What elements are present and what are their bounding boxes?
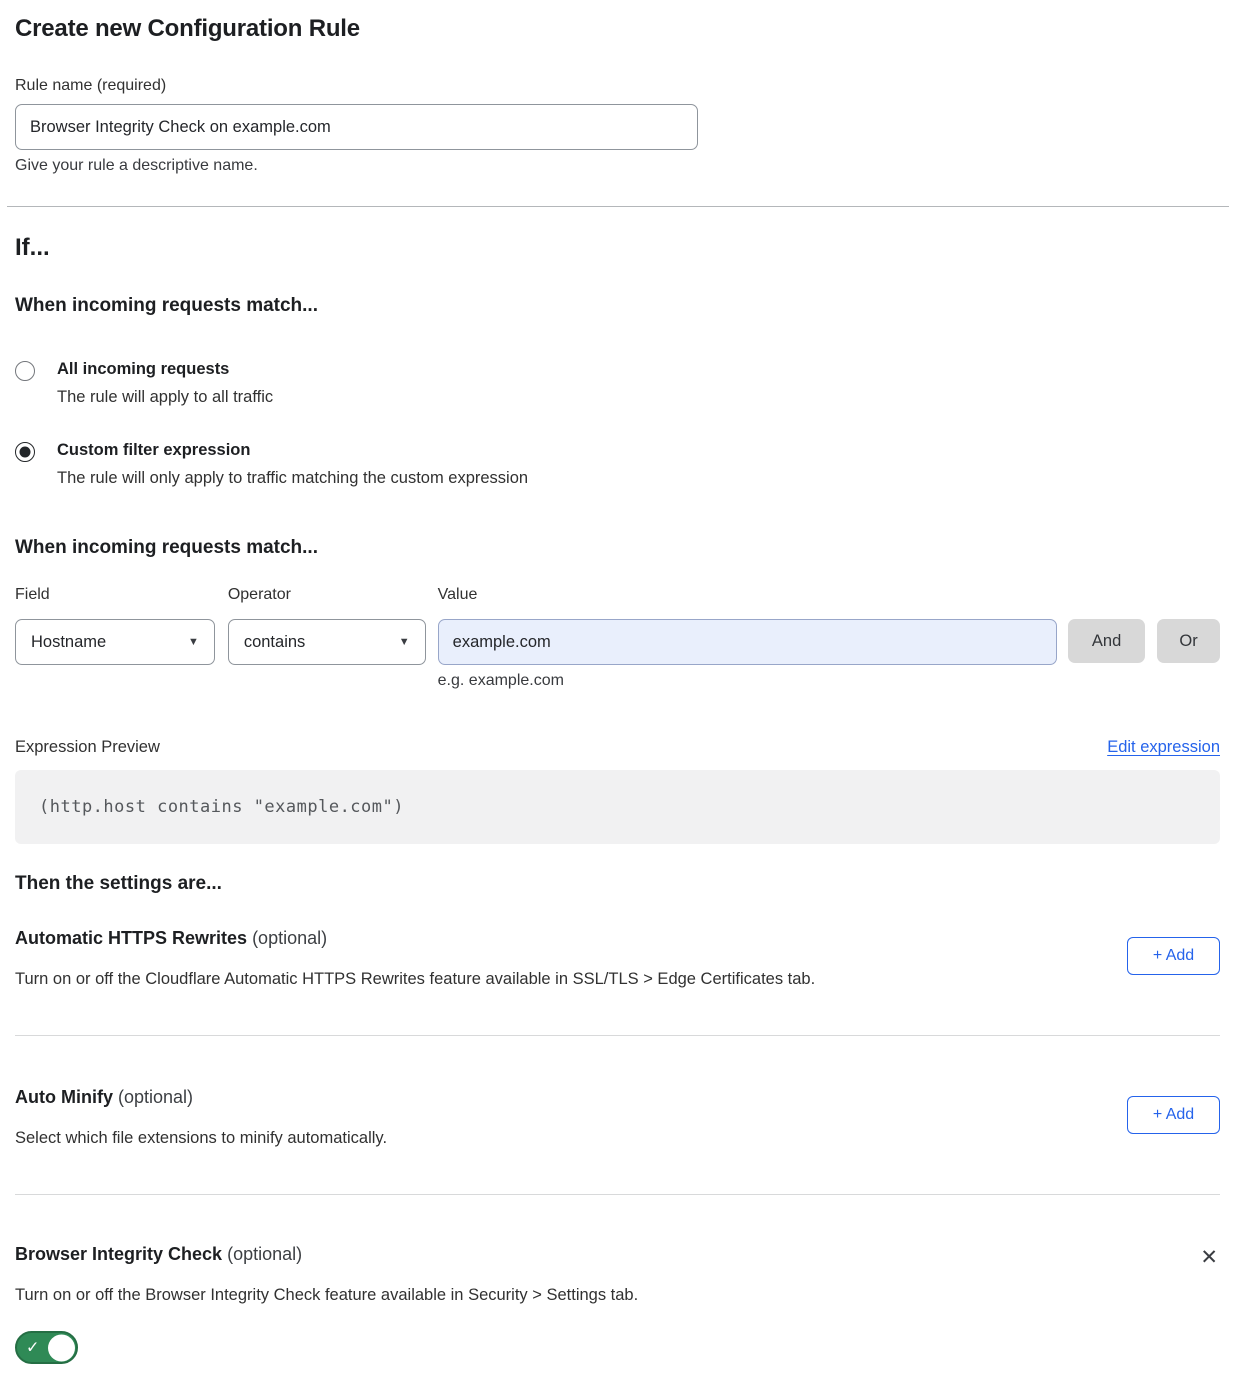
radio-option-custom-filter-expression[interactable]: Custom filter expression The rule will o… [15,441,1220,488]
optional-tag: (optional) [118,1087,193,1107]
expression-builder-heading: When incoming requests match... [15,537,1220,559]
field-label: Field [15,586,215,604]
operator-label: Operator [228,586,426,604]
rule-name-group: Rule name (required) Give your rule a de… [15,77,1220,175]
value-helper: e.g. example.com [438,672,1057,690]
top-divider [7,206,1229,207]
setting-description: Select which file extensions to minify a… [15,1129,387,1148]
browser-integrity-check-toggle[interactable]: ✓ [15,1331,78,1364]
setting-description: Turn on or off the Browser Integrity Che… [15,1286,638,1305]
setting-automatic-https-rewrites: Automatic HTTPS Rewrites (optional) Turn… [15,928,1220,989]
setting-title: Browser Integrity Check (optional) [15,1244,638,1265]
match-heading: When incoming requests match... [15,295,1220,317]
page-title: Create new Configuration Rule [15,15,1220,43]
chevron-down-icon: ▼ [399,636,410,648]
section-divider [15,1194,1220,1195]
create-configuration-rule-form: Create new Configuration Rule Rule name … [0,0,1237,1389]
settings-heading: Then the settings are... [15,873,1220,895]
setting-description: Turn on or off the Cloudflare Automatic … [15,970,815,989]
expression-builder-row: Field Hostname ▼ Operator contains ▼ Val… [15,586,1220,690]
checkmark-icon: ✓ [26,1337,39,1357]
setting-browser-integrity-check: Browser Integrity Check (optional) Turn … [15,1244,1220,1369]
chevron-down-icon: ▼ [188,636,199,648]
radio-selected-icon[interactable] [15,442,35,462]
expression-preview-label: Expression Preview [15,738,160,757]
add-automatic-https-rewrites-button[interactable]: + Add [1127,937,1220,975]
setting-title: Auto Minify (optional) [15,1087,387,1108]
rule-name-input[interactable] [15,104,698,150]
radio-label: All incoming requests [57,360,273,379]
toggle-knob[interactable] [48,1334,75,1361]
operator-select[interactable]: contains ▼ [228,619,426,665]
expression-preview-code: (http.host contains "example.com") [15,770,1220,844]
if-heading: If... [15,234,1220,262]
optional-tag: (optional) [252,928,327,948]
value-label: Value [438,586,1057,604]
setting-auto-minify: Auto Minify (optional) Select which file… [15,1087,1220,1148]
section-divider [15,1035,1220,1036]
or-button[interactable]: Or [1157,619,1220,663]
radio-option-all-incoming-requests[interactable]: All incoming requests The rule will appl… [15,360,1220,407]
value-input[interactable] [438,619,1057,665]
setting-title: Automatic HTTPS Rewrites (optional) [15,928,815,949]
close-icon[interactable]: ✕ [1198,1245,1220,1270]
edit-expression-link[interactable]: Edit expression [1107,738,1220,757]
add-auto-minify-button[interactable]: + Add [1127,1096,1220,1134]
radio-label: Custom filter expression [57,441,528,460]
optional-tag: (optional) [227,1244,302,1264]
radio-description: The rule will only apply to traffic matc… [57,469,528,488]
operator-select-value: contains [244,633,305,652]
radio-description: The rule will apply to all traffic [57,388,273,407]
and-button[interactable]: And [1068,619,1145,663]
rule-name-helper: Give your rule a descriptive name. [15,157,1220,175]
expression-preview-header: Expression Preview Edit expression [15,738,1220,757]
field-select-value: Hostname [31,633,106,652]
rule-name-label: Rule name (required) [15,77,1220,95]
radio-unselected-icon[interactable] [15,361,35,381]
field-select[interactable]: Hostname ▼ [15,619,215,665]
